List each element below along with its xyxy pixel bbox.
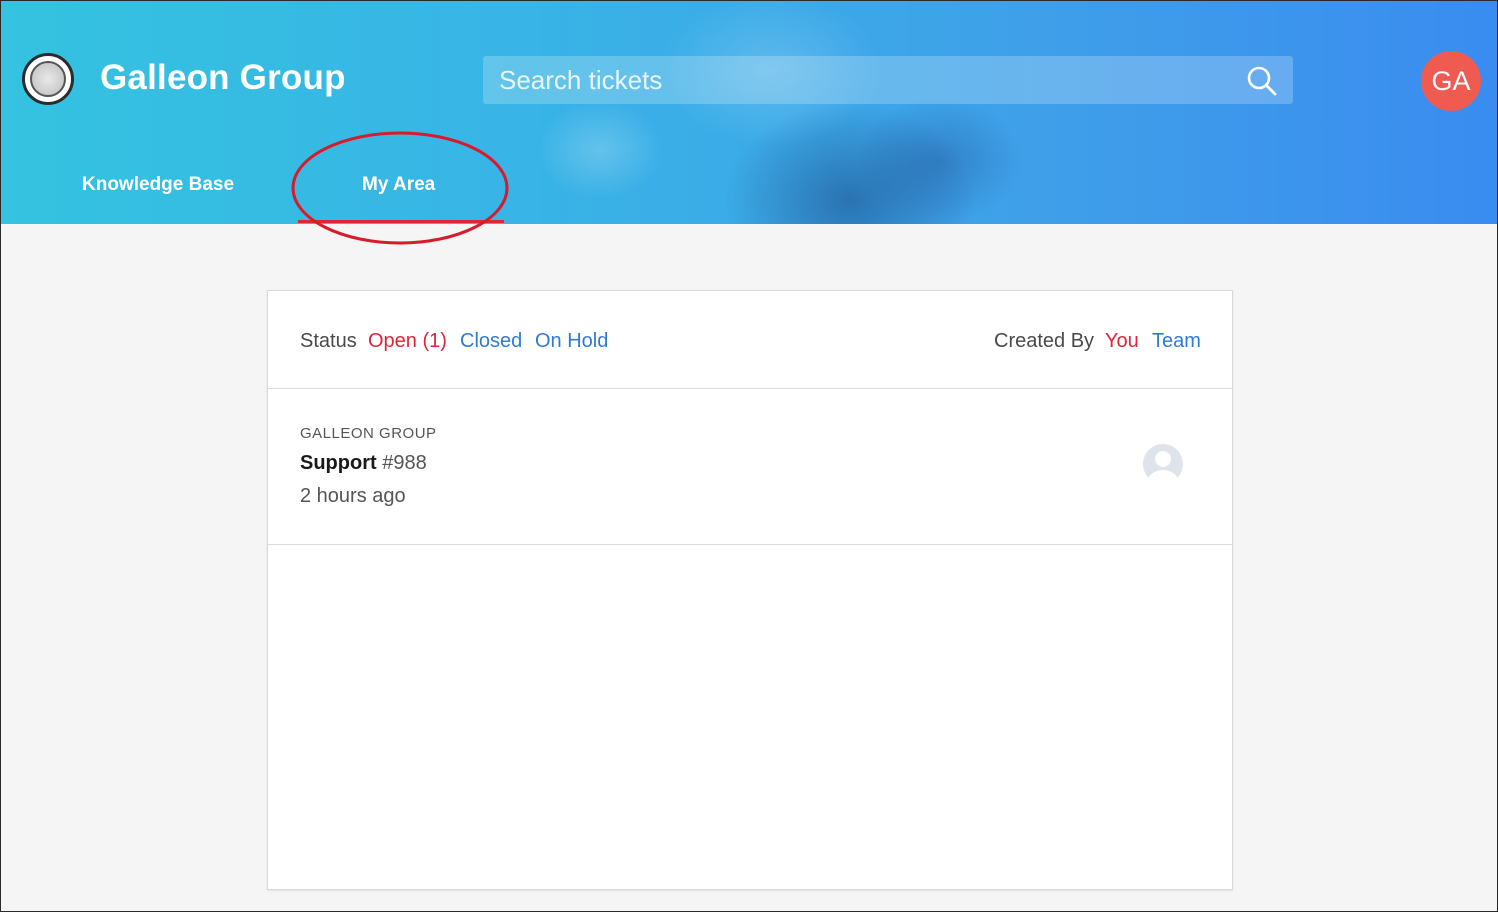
nav-tab-knowledge-base[interactable]: Knowledge Base xyxy=(82,174,234,196)
user-avatar-icon xyxy=(1143,444,1183,484)
user-avatar[interactable]: GA xyxy=(1421,51,1481,111)
search-box xyxy=(483,56,1293,104)
annotation-circle xyxy=(291,131,509,245)
header-background-photo xyxy=(470,0,1030,224)
status-filter-closed[interactable]: Closed xyxy=(460,330,522,353)
portal-header: Galleon Group GA Knowledge Base My Area xyxy=(0,0,1498,224)
ticket-filter-bar: Status Open (1) Closed On Hold Created B… xyxy=(268,291,1232,389)
brand-name[interactable]: Galleon Group xyxy=(100,58,346,98)
ticket-subject: Support xyxy=(300,452,377,474)
ticket-timestamp: 2 hours ago xyxy=(300,485,406,507)
status-filter-label: Status xyxy=(300,330,357,352)
tickets-panel: Status Open (1) Closed On Hold Created B… xyxy=(267,290,1233,890)
search-icon[interactable] xyxy=(1245,64,1279,98)
created-by-you[interactable]: You xyxy=(1105,330,1139,353)
logo-emblem-icon xyxy=(30,61,66,97)
ticket-number: #988 xyxy=(382,452,427,474)
status-filter-open[interactable]: Open (1) xyxy=(368,330,447,353)
ticket-row[interactable]: GALLEON GROUP Support #988 2 hours ago xyxy=(268,389,1232,545)
created-by-label: Created By xyxy=(994,330,1095,352)
company-logo[interactable] xyxy=(22,53,74,105)
created-by-team[interactable]: Team xyxy=(1152,330,1201,353)
search-input[interactable] xyxy=(483,56,1233,104)
ticket-organization: GALLEON GROUP xyxy=(300,425,437,442)
status-filter-on-hold[interactable]: On Hold xyxy=(535,330,608,353)
ticket-title[interactable]: Support #988 xyxy=(300,452,427,475)
